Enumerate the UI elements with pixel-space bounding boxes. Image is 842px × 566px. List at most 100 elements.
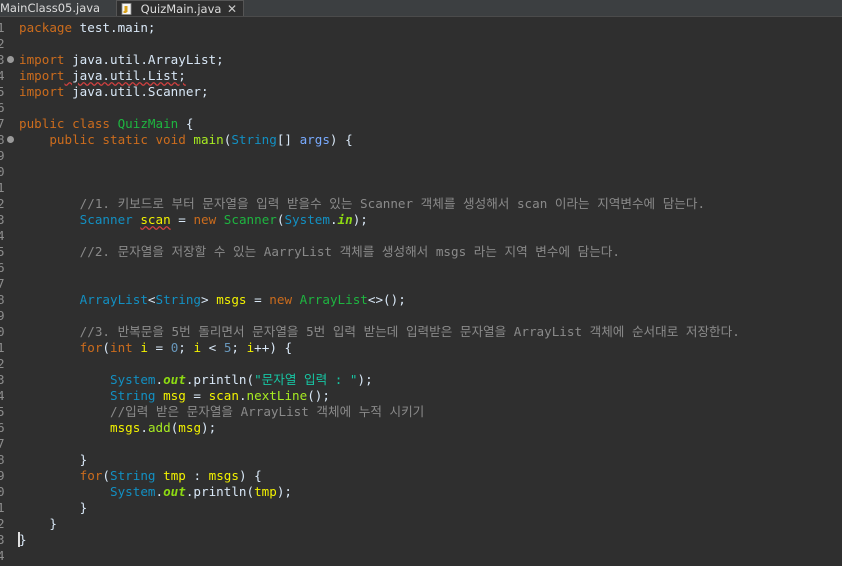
code-token: );	[201, 420, 217, 435]
code-token: }	[19, 532, 27, 547]
line-number: 3	[0, 532, 5, 547]
fold-toggle-icon[interactable]	[7, 136, 14, 143]
code-token: String	[155, 292, 202, 307]
line-number: 1	[0, 20, 5, 35]
code-text: //입력 받은 문자열을 ArrayList 객체에 누적 시키기	[19, 404, 424, 420]
code-token: =	[170, 212, 194, 227]
code-text: for(int i = 0; i < 5; i++) {	[19, 340, 292, 356]
code-text: //3. 반복문을 5번 돌리면서 문자열을 5번 입력 받는데 입력받은 문자…	[19, 324, 740, 340]
code-token: msg	[178, 420, 202, 435]
code-text: import java.util.List;	[19, 68, 186, 84]
line-number: 9	[0, 468, 5, 483]
code-token: System	[110, 372, 156, 387]
line-number: 7	[0, 436, 5, 451]
code-text: ArrayList<String> msgs = new ArrayList<>…	[19, 292, 406, 308]
code-token: import	[19, 68, 65, 83]
code-token: for	[79, 340, 103, 355]
line-number: 4	[0, 228, 5, 243]
code-token: =	[147, 340, 171, 355]
code-token: ) {	[238, 468, 262, 483]
line-number: 3	[0, 212, 5, 227]
tab-label: QuizMain.java	[140, 2, 222, 16]
line-number: 0	[0, 484, 5, 499]
code-token: =	[246, 292, 270, 307]
code-token: msgs	[208, 468, 239, 483]
code-token: }	[19, 452, 88, 467]
text-cursor	[18, 532, 20, 547]
line-number: 8	[0, 292, 5, 307]
line-number: 6	[0, 260, 5, 275]
code-text: System.out.println("문자열 입력 : ");	[19, 372, 373, 388]
code-token: System	[284, 212, 330, 227]
code-text: import java.util.Scanner;	[19, 84, 209, 100]
code-token: <	[147, 292, 156, 307]
code-text: //2. 문자열을 저장할 수 있는 AarryList 객체를 생성해서 ms…	[19, 244, 620, 260]
code-token: main	[193, 132, 224, 147]
code-token: .	[140, 420, 148, 435]
code-token: out	[163, 372, 186, 387]
line-number: 5	[0, 84, 5, 99]
code-token: test.main;	[72, 20, 156, 35]
code-editor[interactable]: 1 package test.main; 2 3 import java.util.Ar…	[0, 17, 842, 566]
code-token: in	[337, 212, 353, 227]
line-number: 1	[0, 180, 5, 195]
line-number: 4	[0, 68, 5, 83]
fold-toggle-icon[interactable]	[7, 56, 14, 63]
code-token: (	[102, 340, 111, 355]
code-token: //2. 문자열을 저장할 수 있는 AarryList 객체를 생성해서 ms…	[19, 244, 620, 259]
code-token: {	[178, 116, 194, 131]
code-token: );	[352, 212, 368, 227]
code-token: :	[185, 468, 209, 483]
line-number: 3	[0, 372, 5, 387]
line-number: 9	[0, 308, 5, 323]
code-token: nextLine	[246, 388, 308, 403]
code-token: "문자열 입력 : "	[254, 372, 358, 387]
line-number: 1	[0, 500, 5, 515]
code-token: ();	[307, 388, 330, 403]
code-token: );	[276, 484, 293, 499]
code-text: import java.util.ArrayList;	[19, 52, 224, 68]
editor-tab-bar: MainClass05.java QuizMain.java ✕	[0, 0, 842, 17]
code-token: public static void	[19, 132, 194, 147]
code-token: ;	[231, 340, 247, 355]
line-number: 2	[0, 36, 5, 51]
code-token: java.util.Scanner;	[64, 84, 209, 99]
code-token: =	[185, 388, 209, 403]
code-text: for(String tmp : msgs) {	[19, 468, 262, 484]
line-number: 2	[0, 516, 5, 531]
code-token: java.util.List;	[64, 68, 186, 83]
code-token: import	[19, 84, 65, 99]
code-token: i	[140, 340, 148, 355]
code-token: (	[102, 468, 111, 483]
code-token: //1. 키보드로 부터 문자열을 입력 받을수 있는 Scanner 객체를 …	[19, 196, 706, 211]
code-token: }	[19, 500, 88, 515]
line-number: 1	[0, 340, 5, 355]
code-token: String	[110, 468, 156, 483]
code-token: tmp	[254, 484, 277, 499]
code-token: new	[193, 212, 224, 227]
code-token: .	[155, 484, 164, 499]
code-token: Scanner	[223, 212, 277, 227]
line-number: 6	[0, 420, 5, 435]
line-number: 7	[0, 276, 5, 291]
code-token: ArrayList	[299, 292, 368, 307]
code-token: <	[201, 340, 224, 355]
code-token: System	[110, 484, 156, 499]
line-number: 6	[0, 100, 5, 115]
code-token: ;	[178, 340, 194, 355]
code-token: scan	[140, 212, 171, 227]
tab-mainclass05[interactable]: MainClass05.java	[0, 0, 100, 16]
line-number: 4	[0, 548, 5, 563]
code-token: msgs	[216, 292, 247, 307]
code-token: String	[231, 132, 277, 147]
close-icon[interactable]: ✕	[227, 1, 237, 17]
line-number: 8	[0, 452, 5, 467]
tab-quizmain[interactable]: QuizMain.java ✕	[116, 0, 244, 16]
